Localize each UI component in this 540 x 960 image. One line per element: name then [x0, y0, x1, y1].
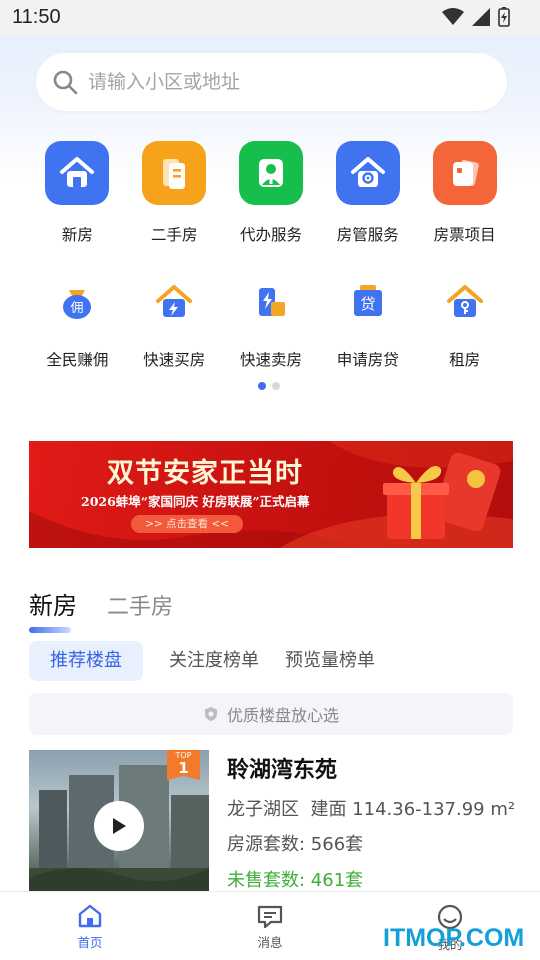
service-label: 新房: [61, 226, 93, 244]
wifi-icon: [442, 8, 464, 25]
listing-category-tabs: 新房 二手房: [29, 586, 173, 633]
service-label: 房管服务: [336, 226, 399, 244]
battery-icon: [498, 7, 510, 27]
service-new-house[interactable]: 新房: [29, 141, 126, 245]
service-label: 代办服务: [239, 226, 302, 244]
listing-title: 聆湖湾东苑: [227, 758, 338, 783]
services-grid-secondary: 佣 全民赚佣 快速买房 快速卖房 贷 申请房贷 租房: [29, 270, 513, 370]
status-icons: [442, 7, 510, 27]
site-watermark: ITMOP.COM: [383, 924, 525, 952]
house-gear-icon: [335, 141, 400, 205]
service-quick-buy[interactable]: 快速买房: [126, 270, 223, 370]
rank-badge-number: 1: [178, 759, 189, 777]
service-housing-admin[interactable]: 房管服务: [319, 141, 416, 245]
key-house-icon: [433, 270, 497, 334]
svg-text:佣: 佣: [71, 301, 84, 316]
tab-label: 新房: [29, 592, 77, 620]
loan-icon: 贷: [336, 270, 400, 334]
service-label: 申请房贷: [336, 351, 399, 369]
search-input[interactable]: [88, 71, 468, 93]
listing-district: 龙子湖区: [227, 799, 299, 820]
listing-area: 建面 114.36-137.99 m²: [310, 799, 516, 820]
page-dot-active: [258, 382, 266, 390]
agent-icon: [238, 141, 303, 205]
shield-icon: [204, 707, 217, 721]
listing-info[interactable]: 聆湖湾东苑 龙子湖区 建面 114.36-137.99 m² 房源套数: 566…: [227, 752, 517, 892]
subtab-attention-ranking[interactable]: 关注度榜单: [169, 641, 259, 681]
service-label: 房票项目: [433, 226, 496, 244]
nav-home[interactable]: 首页: [0, 892, 180, 960]
page-dot: [272, 382, 280, 390]
svg-text:贷: 贷: [360, 295, 375, 313]
service-second-hand[interactable]: 二手房: [126, 141, 223, 245]
nav-label: 首页: [77, 935, 103, 950]
play-video-button[interactable]: [94, 801, 144, 851]
quality-notice: 优质楼盘放心选: [29, 693, 513, 735]
signal-icon: [472, 8, 490, 26]
flash-sell-icon: [239, 270, 303, 334]
ticket-icon: [432, 141, 497, 205]
money-bag-icon: 佣: [45, 270, 109, 334]
banner-view-button[interactable]: >> 点击查看 <<: [131, 515, 243, 533]
services-grid-primary: 新房 二手房 代办服务 房管服务 房票项目: [29, 141, 513, 245]
house-icon: [45, 141, 110, 205]
listing-thumbnail[interactable]: TOP 1: [29, 750, 209, 895]
service-label: 二手房: [150, 226, 198, 244]
service-label: 全民赚佣: [46, 351, 109, 369]
tab-new-house[interactable]: 新房: [29, 586, 77, 633]
message-icon: [257, 905, 283, 928]
document-icon: [142, 141, 207, 205]
listing-location-area: 龙子湖区 建面 114.36-137.99 m²: [227, 796, 517, 824]
banner-title: 双节安家正当时: [107, 458, 303, 489]
service-quick-sell[interactable]: 快速卖房: [223, 270, 320, 370]
search-icon: [53, 70, 78, 95]
service-label: 租房: [449, 351, 481, 369]
ranking-subtabs: 推荐楼盘 关注度榜单 预览量榜单: [29, 641, 375, 681]
service-label: 快速卖房: [239, 351, 302, 369]
service-label: 快速买房: [143, 351, 206, 369]
play-icon: [113, 818, 126, 834]
search-bar[interactable]: [36, 53, 507, 111]
status-bar: 11:50: [0, 0, 540, 36]
status-time: 11:50: [12, 6, 61, 28]
nav-messages[interactable]: 消息: [180, 892, 360, 960]
service-rent[interactable]: 租房: [416, 270, 513, 370]
flash-house-icon: [142, 270, 206, 334]
subtab-view-ranking[interactable]: 预览量榜单: [285, 641, 375, 681]
service-housing-ticket[interactable]: 房票项目: [416, 141, 513, 245]
listing-unsold: 未售套数: 461套: [227, 870, 364, 891]
promo-banner[interactable]: 双节安家正当时 2026蚌埠“家国同庆 好房联展”正式启幕 >> 点击查看 <<: [29, 441, 513, 548]
tab-second-hand[interactable]: 二手房: [107, 589, 173, 621]
gift-box-icon: [383, 452, 501, 539]
home-icon: [78, 904, 102, 928]
notice-text: 优质楼盘放心选: [226, 706, 339, 725]
listing-units: 房源套数: 566套: [227, 834, 364, 855]
service-loan[interactable]: 贷 申请房贷: [319, 270, 416, 370]
service-agent[interactable]: 代办服务: [223, 141, 320, 245]
subtab-recommended[interactable]: 推荐楼盘: [29, 641, 143, 681]
service-commission[interactable]: 佣 全民赚佣: [29, 270, 126, 370]
tab-active-indicator: [29, 627, 71, 633]
banner-subtitle: 2026蚌埠“家国同庆 好房联展”正式启幕: [81, 494, 310, 509]
rank-badge: TOP 1: [167, 750, 200, 780]
nav-label: 消息: [257, 935, 283, 950]
page-indicator: [258, 382, 280, 390]
